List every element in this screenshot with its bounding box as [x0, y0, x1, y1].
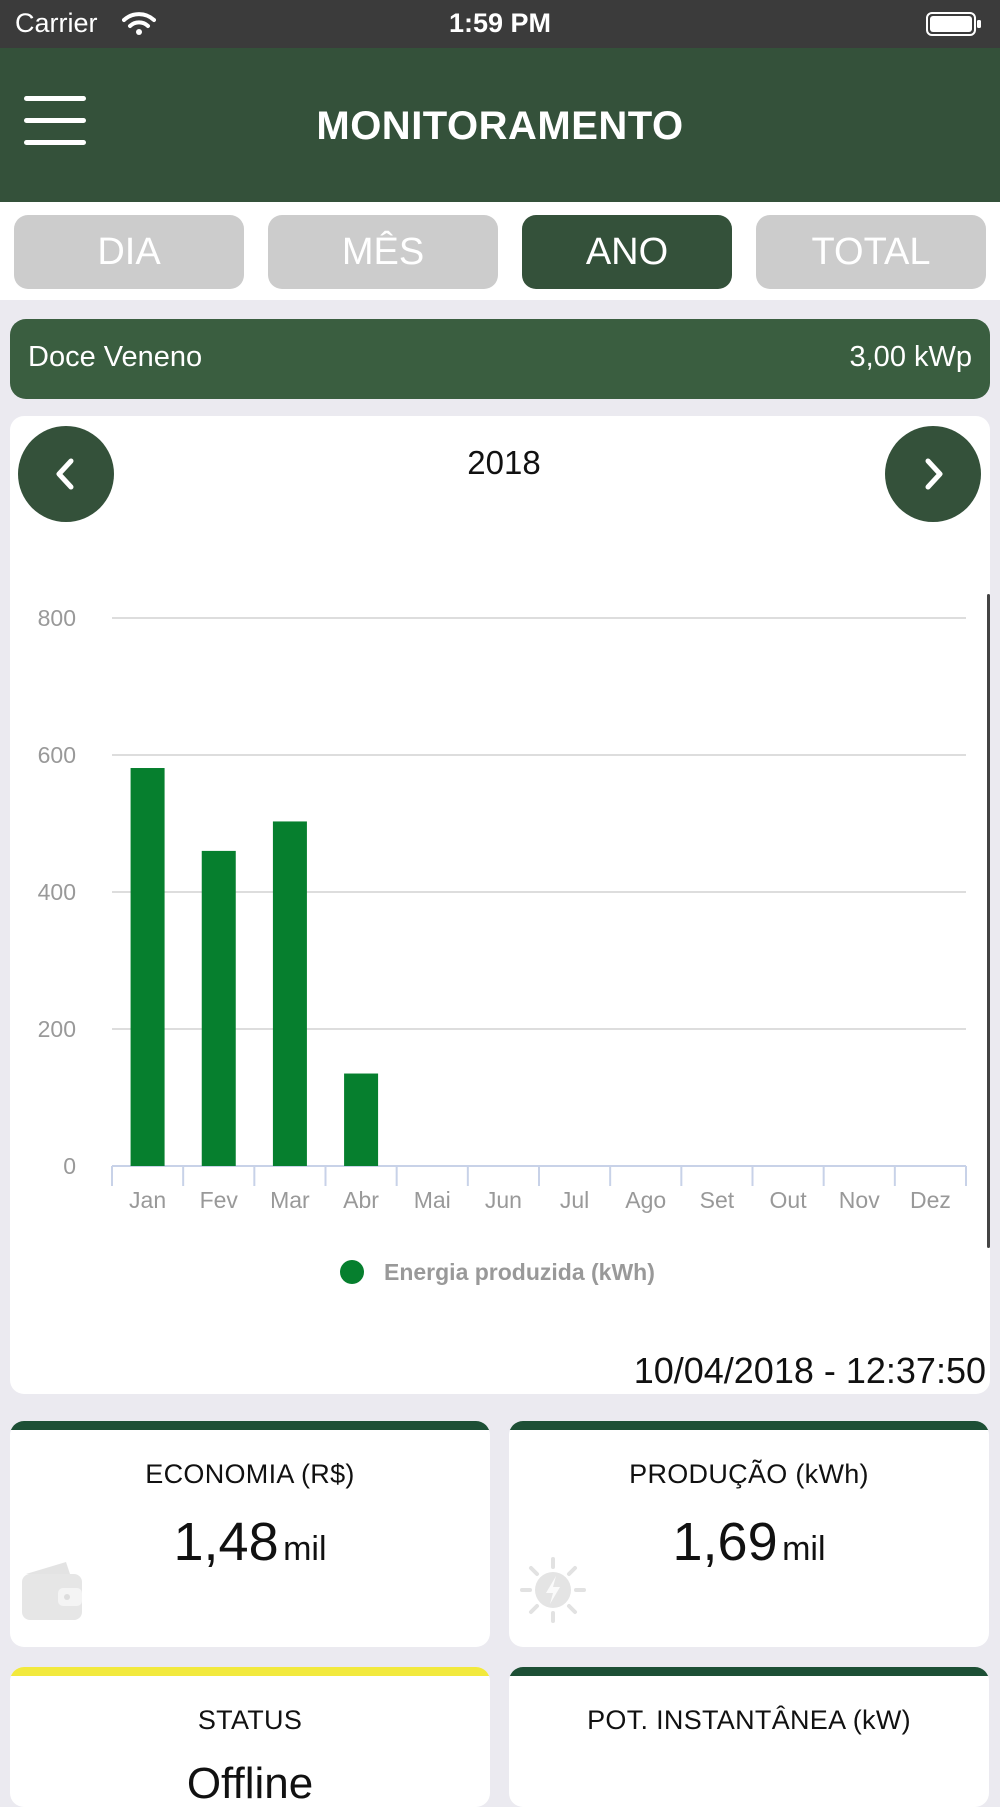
y-tick-label: 0 — [63, 1153, 76, 1179]
chart-card: 0 200 400 600 800 Jan Fev Mar Abr Mai Jun Jul Ago Set… — [10, 416, 990, 1394]
energy-chart: 0 200 400 600 800 Jan Fev Mar Abr Mai Jun Jul Ago Set… — [38, 605, 967, 1285]
status-value: Offline — [186, 1759, 314, 1807]
legend-label: Energia produzida (kWh) — [384, 1259, 655, 1285]
year-label: 2018 — [467, 444, 541, 481]
scroll-indicator[interactable] — [987, 594, 990, 1248]
y-tick-label: 400 — [38, 879, 76, 905]
clock: 1:59 PM — [448, 8, 552, 38]
status-bar: Carrier 1:59 PM — [0, 0, 1000, 48]
plant-power: 3,00 kWp — [849, 341, 973, 373]
tab-mes[interactable]: MÊS — [268, 215, 498, 289]
card-value: Offline — [10, 1759, 490, 1807]
bar-jan — [130, 768, 165, 1166]
wallet-icon — [18, 1560, 88, 1629]
next-year-button[interactable] — [885, 426, 981, 522]
card-accent — [509, 1421, 989, 1430]
card-accent — [10, 1421, 490, 1430]
y-tick-label: 200 — [38, 1016, 76, 1042]
x-tick-label: Nov — [839, 1187, 880, 1213]
x-tick-label: Mai — [414, 1187, 451, 1213]
navigation-bar: MONITORAMENTO — [0, 48, 1000, 202]
card-label: ECONOMIA (R$) — [145, 1459, 355, 1489]
last-update-timestamp: 10/04/2018 - 12:37:50 — [633, 1350, 986, 1391]
x-tick-label: Fev — [200, 1187, 239, 1213]
bar-mar — [272, 821, 307, 1166]
chevron-right-icon — [925, 458, 943, 490]
x-tick-label: Dez — [910, 1187, 951, 1213]
x-tick-label: Jul — [560, 1187, 589, 1213]
y-tick-label: 600 — [38, 742, 76, 768]
tab-ano[interactable]: ANO — [522, 215, 732, 289]
x-tick-label: Abr — [343, 1187, 379, 1213]
economia-value: 1,48 — [173, 1512, 279, 1572]
x-tick-label: Mar — [270, 1187, 310, 1213]
page-title: MONITORAMENTO — [316, 104, 684, 148]
card-label: PRODUÇÃO (kWh) — [629, 1459, 869, 1489]
x-tick-label: Set — [700, 1187, 735, 1213]
x-tick-label: Out — [770, 1187, 808, 1213]
tab-dia[interactable]: DIA — [14, 215, 244, 289]
producao-value: 1,69 — [672, 1512, 778, 1572]
producao-unit: mil — [782, 1530, 826, 1568]
potencia-card[interactable]: POT. INSTANTÂNEA (kW) — [509, 1667, 989, 1807]
x-tick-label: Jun — [485, 1187, 522, 1213]
card-label: STATUS — [197, 1705, 303, 1735]
x-tick-label: Ago — [625, 1187, 666, 1213]
bar-fev — [201, 850, 236, 1166]
bar-abr — [344, 1073, 379, 1166]
card-label: POT. INSTANTÂNEA (kW) — [587, 1705, 911, 1735]
card-accent — [10, 1667, 490, 1676]
sun-bolt-icon — [519, 1556, 587, 1629]
card-accent — [509, 1667, 989, 1676]
economia-unit: mil — [283, 1530, 327, 1568]
producao-card[interactable]: PRODUÇÃO (kWh) 1,69 mil — [509, 1421, 989, 1647]
legend-marker — [340, 1260, 364, 1284]
period-tabs: DIA MÊS ANO TOTAL — [0, 202, 1000, 300]
battery-icon — [926, 12, 982, 36]
plant-name: Doce Veneno — [28, 341, 203, 373]
economia-card[interactable]: ECONOMIA (R$) 1,48 mil — [10, 1421, 490, 1647]
x-tick-label: Jan — [129, 1187, 166, 1213]
tab-total[interactable]: TOTAL — [756, 215, 986, 289]
status-card[interactable]: STATUS Offline — [10, 1667, 490, 1807]
y-tick-label: 800 — [38, 605, 76, 631]
plant-info-bar: Doce Veneno 3,00 kWp — [10, 319, 990, 399]
